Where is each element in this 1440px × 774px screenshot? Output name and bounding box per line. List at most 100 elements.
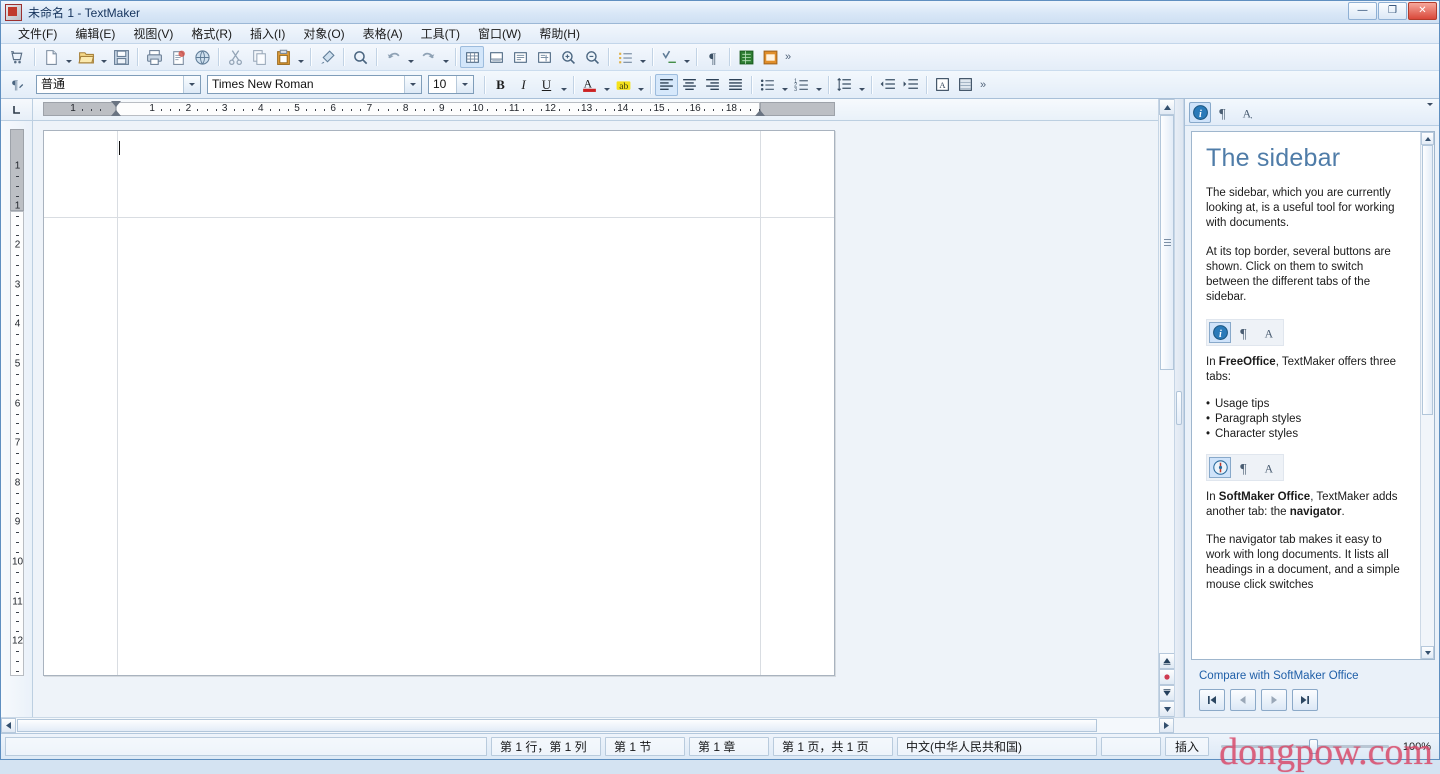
increase-indent-button[interactable] [899,74,922,96]
hscroll-right-button[interactable] [1159,718,1174,733]
hscroll-track[interactable] [16,718,1159,733]
menu-help[interactable]: 帮助(H) [530,25,589,43]
nav-first-button[interactable] [1199,689,1225,711]
new-document-dropdown[interactable] [63,46,74,68]
zoom-out-button[interactable] [580,46,604,68]
scroll-up-button[interactable] [1159,99,1175,115]
menu-insert[interactable]: 插入(I) [241,25,294,43]
tab-stop-selector[interactable] [1,99,33,121]
bold-button[interactable]: B [489,74,512,96]
bullets-dropdown[interactable] [637,46,648,68]
redo-dropdown[interactable] [440,46,451,68]
decrease-indent-button[interactable] [876,74,899,96]
nav-next-button[interactable] [1261,689,1287,711]
send-mail-button[interactable] [190,46,214,68]
sidebar-tab-character-styles[interactable]: A , [1237,102,1259,123]
font-color-dropdown[interactable] [601,74,612,96]
borders-button[interactable]: A [931,74,954,96]
insert-frame-button[interactable] [484,46,508,68]
zoom-in-button[interactable] [556,46,580,68]
toolbar-overflow-button[interactable]: » [785,51,791,63]
copy-button[interactable] [247,46,271,68]
right-indent-marker[interactable] [755,110,765,116]
shading-button[interactable] [954,74,977,96]
align-center-button[interactable] [678,74,701,96]
status-language[interactable]: 中文(中华人民共和国) [897,737,1097,756]
underline-button[interactable]: U [535,74,558,96]
status-insert-mode[interactable]: 插入 [1165,737,1209,756]
menu-table[interactable]: 表格(A) [354,25,412,43]
menu-window[interactable]: 窗口(W) [469,25,530,43]
sidebar-scroll-up-button[interactable] [1421,132,1434,145]
line-spacing-button[interactable] [833,74,856,96]
previous-page-button[interactable] [1159,653,1175,669]
scrollbar-thumb[interactable] [1160,115,1174,370]
scroll-down-button[interactable] [1159,701,1175,717]
insert-table-button[interactable] [460,46,484,68]
align-left-button[interactable] [655,73,678,96]
font-name-dropdown-arrow[interactable] [404,76,421,93]
print-preview-button[interactable] [166,46,190,68]
highlight-dropdown[interactable] [635,74,646,96]
browse-object-button[interactable] [1159,669,1175,685]
menu-view[interactable]: 视图(V) [124,25,182,43]
line-spacing-dropdown[interactable] [856,74,867,96]
document-manager-button[interactable] [6,46,30,68]
find-button[interactable] [348,46,372,68]
save-document-button[interactable] [109,46,133,68]
demo-tab-paragraph-2[interactable]: ¶ [1234,457,1256,478]
first-line-indent-marker[interactable] [111,101,121,107]
number-list-button[interactable]: 1 2 3 [790,74,813,96]
zoom-slider[interactable]: 100% [1213,737,1433,756]
nav-prev-button[interactable] [1230,689,1256,711]
document-vertical-scrollbar[interactable] [1158,99,1175,717]
spellcheck-button[interactable] [657,46,681,68]
font-name-combo[interactable]: Times New Roman [207,75,422,94]
paste-button[interactable] [271,46,295,68]
status-cursor-position[interactable]: 第 1 行，第 1 列 [491,737,601,756]
status-chapter[interactable]: 第 1 章 [689,737,769,756]
sidebar-tab-paragraph-styles[interactable]: ¶ [1213,102,1235,123]
undo-button[interactable] [381,46,405,68]
bullet-list-dropdown[interactable] [779,74,790,96]
font-size-combo[interactable]: 10 [428,75,474,94]
sidebar-scrollbar-track[interactable] [1421,415,1434,646]
spellcheck-dropdown[interactable] [681,46,692,68]
menu-edit[interactable]: 编辑(E) [66,25,124,43]
redo-button[interactable] [416,46,440,68]
cut-button[interactable] [223,46,247,68]
sidebar-scroll-down-button[interactable] [1421,646,1434,659]
menu-tools[interactable]: 工具(T) [412,25,469,43]
planmaker-button[interactable] [734,46,758,68]
formatbar-overflow-button[interactable]: » [980,79,986,91]
align-right-button[interactable] [701,74,724,96]
format-painter-button[interactable] [315,46,339,68]
zoom-thumb[interactable] [1309,739,1318,754]
demo-tab-character[interactable]: A [1259,322,1281,343]
demo-tab-paragraph[interactable]: ¶ [1234,322,1256,343]
sidebar-scrollbar-thumb[interactable] [1422,145,1433,415]
paragraph-style-dropdown-arrow[interactable] [183,76,200,93]
menu-object[interactable]: 对象(O) [294,25,353,43]
bullets-button[interactable] [613,46,637,68]
scrollbar-track[interactable] [1159,370,1174,653]
sidebar-splitter[interactable] [1174,99,1184,717]
nav-last-button[interactable] [1292,689,1318,711]
sidebar-menu-button[interactable] [1427,103,1433,120]
new-document-button[interactable] [39,46,63,68]
left-indent-marker[interactable] [111,110,121,116]
presentations-button[interactable] [758,46,782,68]
italic-button[interactable]: I [512,74,535,96]
horizontal-ruler[interactable]: 1 1 2 3 4 5 6 7 8 9 10 11 12 13 14 15 16 18 [33,99,1158,121]
hscroll-thumb[interactable] [17,719,1097,732]
show-paragraph-marks-button[interactable]: ¶ [701,46,725,68]
paragraph-style-combo[interactable]: 普通 [36,75,201,94]
menu-file[interactable]: 文件(F) [9,25,66,43]
vertical-ruler[interactable]: 1 1 2 3 4 5 6 7 8 9 10 11 12 [1,121,33,717]
open-document-button[interactable] [74,46,98,68]
hscroll-left-button[interactable] [1,718,16,733]
next-page-button[interactable] [1159,685,1175,701]
highlight-button[interactable]: ab [612,74,635,96]
print-button[interactable] [142,46,166,68]
align-justify-button[interactable] [724,74,747,96]
